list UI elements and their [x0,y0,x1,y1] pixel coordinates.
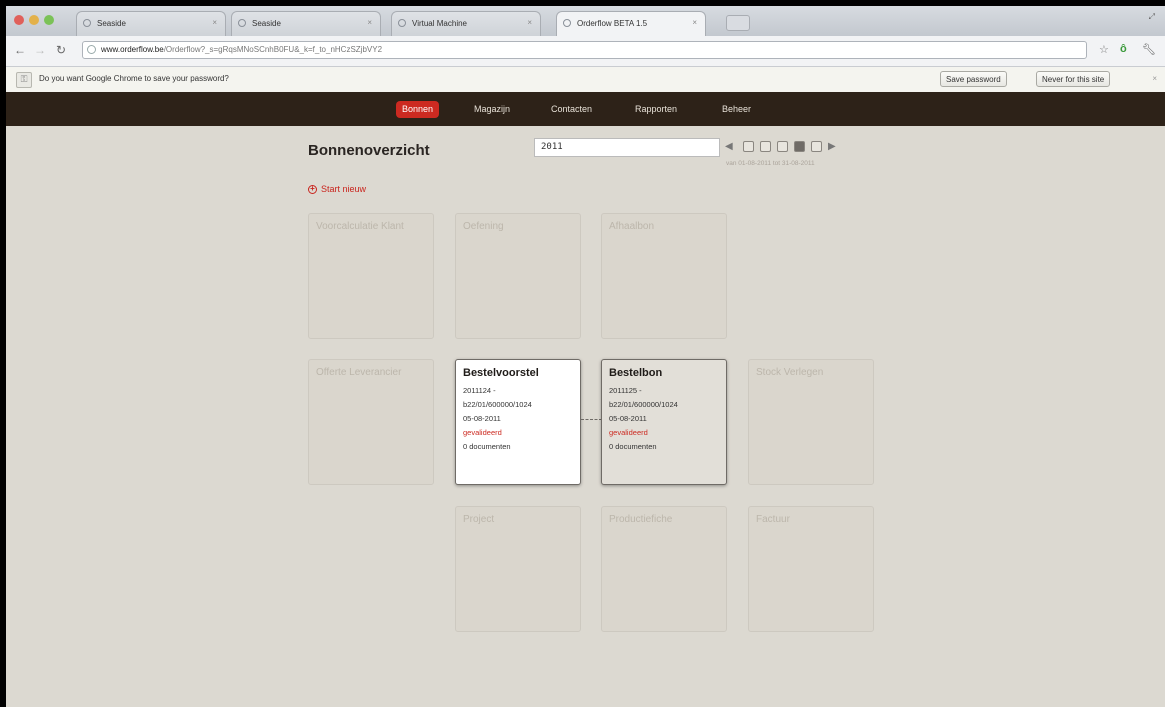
card-title: Factuur [756,514,790,525]
nav-item-beheer[interactable]: Beheer [716,101,757,118]
card-title: Bestelbon [609,367,663,379]
reload-icon[interactable]: ↻ [56,43,66,57]
password-infobar: ⚿ Do you want Google Chrome to save your… [6,67,1165,93]
card-title: Oefening [463,221,504,232]
day-view-icon[interactable] [743,141,754,152]
week-view-icon[interactable] [760,141,771,152]
card-title: Voorcalculatie Klant [316,221,404,232]
browser-window: Seaside × Seaside × Virtual Machine × Or… [6,6,1165,707]
browser-tab[interactable]: Virtual Machine × [391,11,541,36]
card-title: Afhaalbon [609,221,655,232]
back-icon[interactable]: ← [14,43,26,57]
document-count: 0 documenten [609,442,657,451]
document-count: 0 documenten [463,442,511,451]
tab-label: Seaside [252,19,281,28]
card-project[interactable]: Project [455,506,581,632]
zoom-window-icon[interactable] [44,15,54,25]
start-new-label: Start nieuw [321,184,367,194]
year-input[interactable]: 2011 [534,138,720,157]
globe-icon [87,45,96,54]
browser-toolbar: ← → ↻ www.orderflow.be/Orderflow?_s=gRqs… [6,36,1165,67]
card-title: Project [463,514,495,525]
order-number: 2011125 - [609,386,642,395]
nav-item-magazijn[interactable]: Magazijn [468,101,516,118]
nav-item-bonnen[interactable]: Bonnen [396,101,440,118]
url-path: /Orderflow?_s=gRqsMNoSCnhB0FU&_k=f_to_nH… [163,45,383,54]
card-title: Stock Verlegen [756,367,824,378]
card-stock-verlegen[interactable]: Stock Verlegen [748,359,874,485]
infobar-message: Do you want Google Chrome to save your p… [39,74,229,83]
order-reference: b22/01/600000/1024 [463,400,532,409]
card-voorcalculatie-klant[interactable]: Voorcalculatie Klant [308,213,434,339]
close-tab-icon[interactable]: × [212,18,217,27]
tab-strip: Seaside × Seaside × Virtual Machine × Or… [6,6,1165,37]
app-nav-bar: Bonnen Magazijn Contacten Rapporten Behe… [6,92,1165,126]
status-label: gevalideerd [463,428,502,437]
window-controls [14,15,54,25]
start-new-link[interactable]: + Start nieuw [308,184,366,194]
nav-item-contacten[interactable]: Contacten [545,101,598,118]
page-icon [83,19,91,27]
order-reference: b22/01/600000/1024 [609,400,678,409]
extension-icon[interactable]: ô [1120,43,1127,55]
page-title: Bonnenoverzicht [308,142,430,159]
save-password-button[interactable]: Save password [940,71,1007,87]
browser-tab-active[interactable]: Orderflow BETA 1.5 × [556,11,706,37]
order-number: 2011124 - [463,386,496,395]
card-afhaalbon[interactable]: Afhaalbon [601,213,727,339]
year-view-icon[interactable] [811,141,822,152]
order-date: 05-08-2011 [463,414,501,423]
card-bestelbon[interactable]: Bestelbon 2011125 - b22/01/600000/1024 0… [601,359,727,485]
card-factuur[interactable]: Factuur [748,506,874,632]
forward-icon[interactable]: → [34,43,46,57]
card-offerte-leverancier[interactable]: Offerte Leverancier [308,359,434,485]
card-connector [581,419,602,420]
card-title: Offerte Leverancier [316,367,402,378]
close-window-icon[interactable] [14,15,24,25]
close-tab-icon[interactable]: × [527,18,532,27]
card-oefening[interactable]: Oefening [455,213,581,339]
browser-tab[interactable]: Seaside × [76,11,226,36]
tab-label: Virtual Machine [412,19,467,28]
previous-period-icon[interactable]: ◀ [725,141,733,152]
key-icon: ⚿ [16,72,32,88]
two-week-view-icon[interactable] [777,141,788,152]
close-tab-icon[interactable]: × [367,18,372,27]
add-icon: + [308,184,317,194]
never-for-this-site-button[interactable]: Never for this site [1036,71,1111,87]
month-view-icon[interactable] [794,141,805,152]
status-label: gevalideerd [609,428,648,437]
wrench-icon[interactable]: 🔧︎ [1142,43,1156,56]
card-title: Bestelvoorstel [463,367,539,379]
bookmark-star-icon[interactable]: ☆ [1099,43,1109,56]
card-bestelvoorstel[interactable]: Bestelvoorstel 2011124 - b22/01/600000/1… [455,359,581,485]
order-date: 05-08-2011 [609,414,647,423]
url-host: www.orderflow.be [101,45,164,54]
page-icon [238,19,246,27]
browser-tab[interactable]: Seaside × [231,11,381,36]
page-icon [563,19,571,27]
card-productiefiche[interactable]: Productiefiche [601,506,727,632]
address-bar[interactable]: www.orderflow.be/Orderflow?_s=gRqsMNoSCn… [82,41,1087,59]
close-infobar-icon[interactable]: × [1152,74,1157,83]
fullscreen-icon[interactable]: ⤢ [1149,12,1155,22]
date-range: van 01-08-2011 tot 31-08-2011 [726,160,815,167]
nav-item-rapporten[interactable]: Rapporten [629,101,683,118]
page-icon [398,19,406,27]
card-title: Productiefiche [609,514,673,525]
tab-label: Seaside [97,19,126,28]
new-tab-button[interactable] [726,15,750,31]
minimize-window-icon[interactable] [29,15,39,25]
close-tab-icon[interactable]: × [692,18,697,27]
next-period-icon[interactable]: ▶ [828,141,836,152]
tab-label: Orderflow BETA 1.5 [577,19,648,28]
